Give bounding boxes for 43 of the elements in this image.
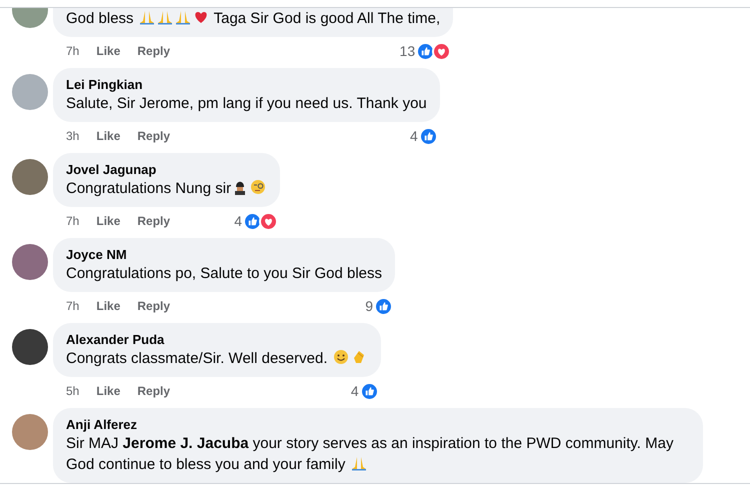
like-link[interactable]: Like [96, 42, 120, 60]
comment-time: 7h [66, 43, 80, 60]
monocle-face-icon [250, 179, 266, 195]
thumbs-up-icon [243, 212, 262, 230]
reaction-count[interactable]: 13 [400, 40, 416, 62]
reaction-count[interactable]: 4 [350, 380, 359, 402]
heart-icon [259, 212, 278, 230]
smiley-icon [332, 349, 349, 365]
comment-text: Congrats classmate/Sir. Well deserved. [66, 348, 368, 369]
reaction-count[interactable]: 4 [234, 210, 242, 232]
comment-text: Congratulations Nung sir [66, 178, 268, 199]
comment-text: Congratulations po, Salute to you Sir God bless [66, 264, 382, 284]
reaction-count[interactable]: 4 [410, 126, 418, 146]
comment-time: 5h [66, 383, 80, 400]
comment-text: God bless Taga Sir God is good All The time, [66, 8, 440, 29]
reply-link[interactable]: Reply [137, 212, 170, 230]
avatar[interactable] [12, 159, 48, 195]
comment-time: 7h [66, 298, 80, 315]
thumbs-up-icon [360, 382, 379, 400]
commenter-name[interactable]: Anji Alferez [66, 416, 138, 433]
comment-time: 3h [66, 128, 80, 145]
avatar[interactable] [12, 329, 48, 365]
like-link[interactable]: Like [96, 382, 120, 400]
commenter-name[interactable]: Joyce NM [66, 246, 127, 263]
thumbs-up-icon [418, 126, 438, 146]
comment-time: 7h [66, 213, 80, 230]
reply-link[interactable]: Reply [137, 297, 170, 315]
thumbs-up-icon [416, 42, 436, 60]
like-link[interactable]: Like [96, 127, 120, 145]
comment-text: Sir MAJ Jerome J. Jacuba your story serves as an inspiration to the PWD community. May God continue to bless you and your family [66, 434, 674, 475]
commenter-name[interactable]: Alexander Puda [66, 331, 164, 348]
commenter-name[interactable]: Jovel Jagunap [66, 161, 156, 178]
heart-icon [192, 9, 209, 25]
like-link[interactable]: Like [96, 212, 120, 230]
reply-link[interactable]: Reply [137, 382, 170, 400]
heart-icon [432, 42, 452, 60]
like-link[interactable]: Like [96, 297, 120, 315]
thumbs-up-icon [374, 296, 394, 316]
commenter-name[interactable]: Lei Pingkian [66, 76, 143, 93]
reaction-count[interactable]: 9 [365, 296, 374, 316]
reply-link[interactable]: Reply [137, 127, 170, 145]
comment-text: Salute, Sir Jerome, pm lang if you need us. Thank you [66, 94, 427, 114]
reply-link[interactable]: Reply [137, 42, 170, 60]
